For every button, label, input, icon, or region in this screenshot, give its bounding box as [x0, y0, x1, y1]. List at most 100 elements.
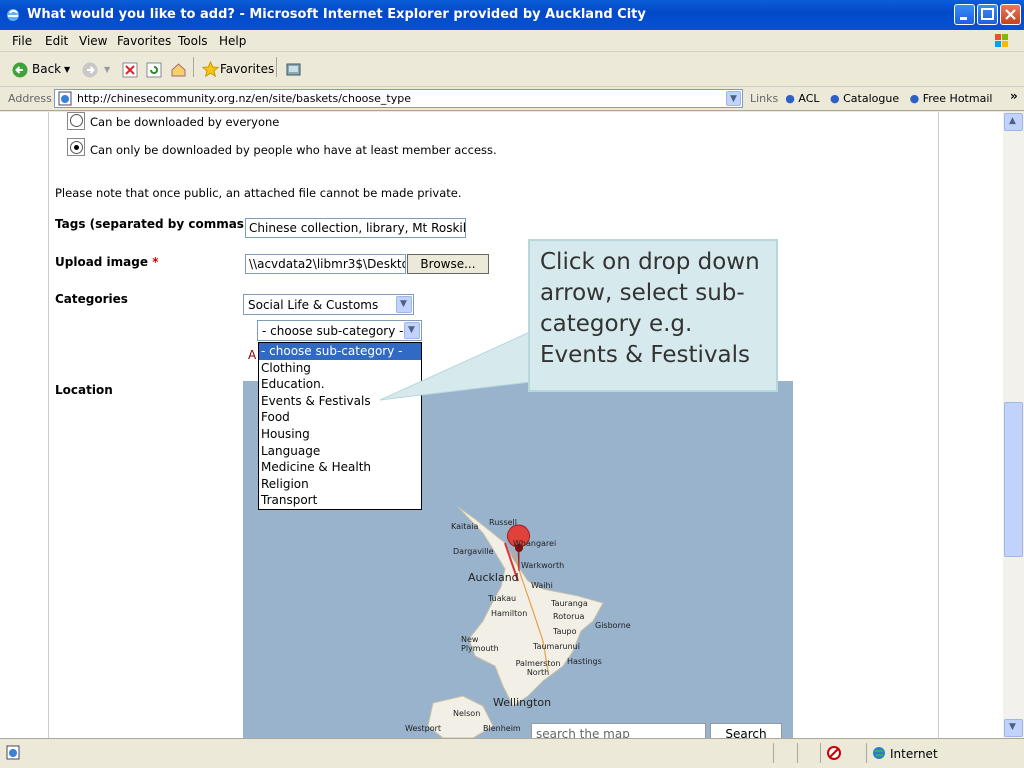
back-button[interactable]: Back [32, 62, 61, 76]
browser-window: What would you like to add? - Microsoft … [0, 0, 1024, 768]
home-icon[interactable] [170, 61, 187, 78]
minimize-button[interactable] [954, 4, 975, 25]
dropdown-option[interactable]: Medicine & Health [259, 459, 421, 476]
map-city: Rotorua [553, 612, 585, 621]
chevron-down-icon: ▼ [400, 299, 407, 309]
callout-pointer [379, 331, 531, 401]
map-city: Gisborne [595, 621, 631, 630]
address-label: Address [8, 92, 52, 105]
favorites-star-icon [202, 61, 219, 78]
forward-dropdown-icon[interactable]: ▼ [104, 65, 110, 74]
address-url: http://chinesecommunity.org.nz/en/site/b… [77, 92, 411, 105]
map-city: Russell [489, 518, 517, 527]
radio-everyone-label: Can be downloaded by everyone [90, 115, 280, 129]
map-search-input[interactable]: search the map [531, 723, 706, 738]
chevron-down-icon: ▼ [1009, 722, 1016, 732]
dropdown-option[interactable]: Transport [259, 492, 421, 509]
tags-label: Tags (separated by commas) [55, 217, 250, 231]
upload-label: Upload image * [55, 255, 159, 269]
scroll-down-button[interactable]: ▼ [1004, 719, 1023, 737]
menu-file[interactable]: File [12, 34, 32, 48]
address-bar: Address http://chinesecommunity.org.nz/e… [0, 87, 1024, 111]
map-city: Warkworth [521, 561, 565, 570]
title-bar: What would you like to add? - Microsoft … [0, 0, 1024, 30]
address-dropdown-button[interactable]: ▼ [726, 91, 741, 106]
menu-edit[interactable]: Edit [45, 34, 68, 48]
page-content: Can be downloaded by everyone Can only b… [0, 112, 1003, 738]
map-city: Waihi [531, 581, 553, 590]
stop-icon[interactable] [122, 62, 138, 78]
link-acl[interactable]: ACL [798, 92, 819, 105]
status-bar: Internet [0, 738, 1024, 768]
map-city: Dargaville [453, 547, 494, 556]
required-asterisk: * [152, 255, 159, 269]
toolbar: Back ▼ ▼ Favorites [0, 53, 1024, 87]
link-free-hotmail[interactable]: Free Hotmail [923, 92, 993, 105]
map-city: Tauranga [551, 599, 588, 608]
maximize-button[interactable] [977, 4, 998, 25]
menu-help[interactable]: Help [219, 34, 246, 48]
popup-blocker-icon[interactable] [826, 745, 842, 761]
dropdown-option[interactable]: Language [259, 443, 421, 460]
menu-favorites[interactable]: Favorites [117, 34, 171, 48]
back-dropdown-icon[interactable]: ▼ [64, 65, 70, 74]
page-icon [58, 91, 72, 106]
radio-everyone[interactable] [70, 114, 83, 127]
radio-members[interactable] [70, 141, 83, 154]
location-label: Location [55, 383, 113, 397]
menu-tools[interactable]: Tools [178, 34, 208, 48]
address-input[interactable]: http://chinesecommunity.org.nz/en/site/b… [54, 89, 743, 108]
menu-bar: File Edit View Favorites Tools Help [0, 30, 1024, 52]
chevron-up-icon: ▲ [1009, 116, 1016, 126]
map-city: Whangarei [513, 539, 557, 548]
map-city: Hamilton [491, 609, 528, 618]
close-button[interactable] [1000, 4, 1021, 25]
page-border-left [48, 112, 49, 738]
tags-input[interactable]: Chinese collection, library, Mt Roskill [245, 218, 466, 238]
link-catalogue[interactable]: Catalogue [843, 92, 899, 105]
map-city: Wellington [493, 696, 552, 709]
close-icon [1005, 9, 1016, 20]
vertical-scrollbar[interactable]: ▲ ▼ [1003, 112, 1024, 738]
security-zone-label: Internet [890, 747, 938, 761]
scroll-up-button[interactable]: ▲ [1004, 113, 1023, 131]
minimize-icon [960, 17, 967, 20]
chevron-down-icon: ▼ [730, 94, 737, 104]
status-divider [866, 743, 867, 763]
back-arrow-icon [12, 62, 28, 78]
map-city: Nelson [453, 709, 481, 718]
map-city: Westport [405, 724, 442, 733]
media-icon[interactable] [285, 61, 302, 78]
forward-arrow-icon[interactable] [82, 62, 98, 78]
scroll-thumb[interactable] [1004, 402, 1023, 557]
categories-label: Categories [55, 292, 128, 306]
map-city: Palmerston North [515, 659, 561, 677]
links-more-chevron[interactable]: » [1010, 89, 1018, 103]
page-border-right [938, 112, 939, 738]
dropdown-option[interactable]: Housing [259, 426, 421, 443]
links-bar: Links ● ACL ● Catalogue ● Free Hotmail [750, 92, 993, 105]
map-city: Hastings [567, 657, 602, 666]
refresh-icon[interactable] [146, 62, 162, 78]
ie-logo-icon [7, 9, 19, 21]
dropdown-option[interactable]: Religion [259, 476, 421, 493]
privacy-note: Please note that once public, an attache… [55, 186, 462, 200]
map-search-button[interactable]: Search [710, 723, 782, 738]
internet-globe-icon [873, 747, 885, 759]
category-select-value: Social Life & Customs [248, 298, 379, 312]
windows-flag-icon [995, 34, 1008, 47]
links-label: Links [750, 92, 779, 105]
partial-link[interactable]: A [248, 348, 256, 362]
status-divider [773, 743, 774, 763]
browse-button[interactable]: Browse... [407, 254, 489, 274]
toolbar-separator [276, 57, 277, 77]
upload-file-input[interactable]: \\acvdata2\libmr3$\Deskto [245, 254, 406, 274]
map-city: New Plymouth [461, 635, 499, 653]
menu-view[interactable]: View [79, 34, 107, 48]
map-city: Tuakau [488, 594, 517, 603]
favorites-button[interactable]: Favorites [220, 62, 274, 76]
page-status-icon [6, 745, 20, 760]
map-city: Kaitaia [451, 522, 479, 531]
category-dropdown-button[interactable]: ▼ [396, 296, 412, 313]
map-city: Taumarunui [533, 642, 580, 651]
